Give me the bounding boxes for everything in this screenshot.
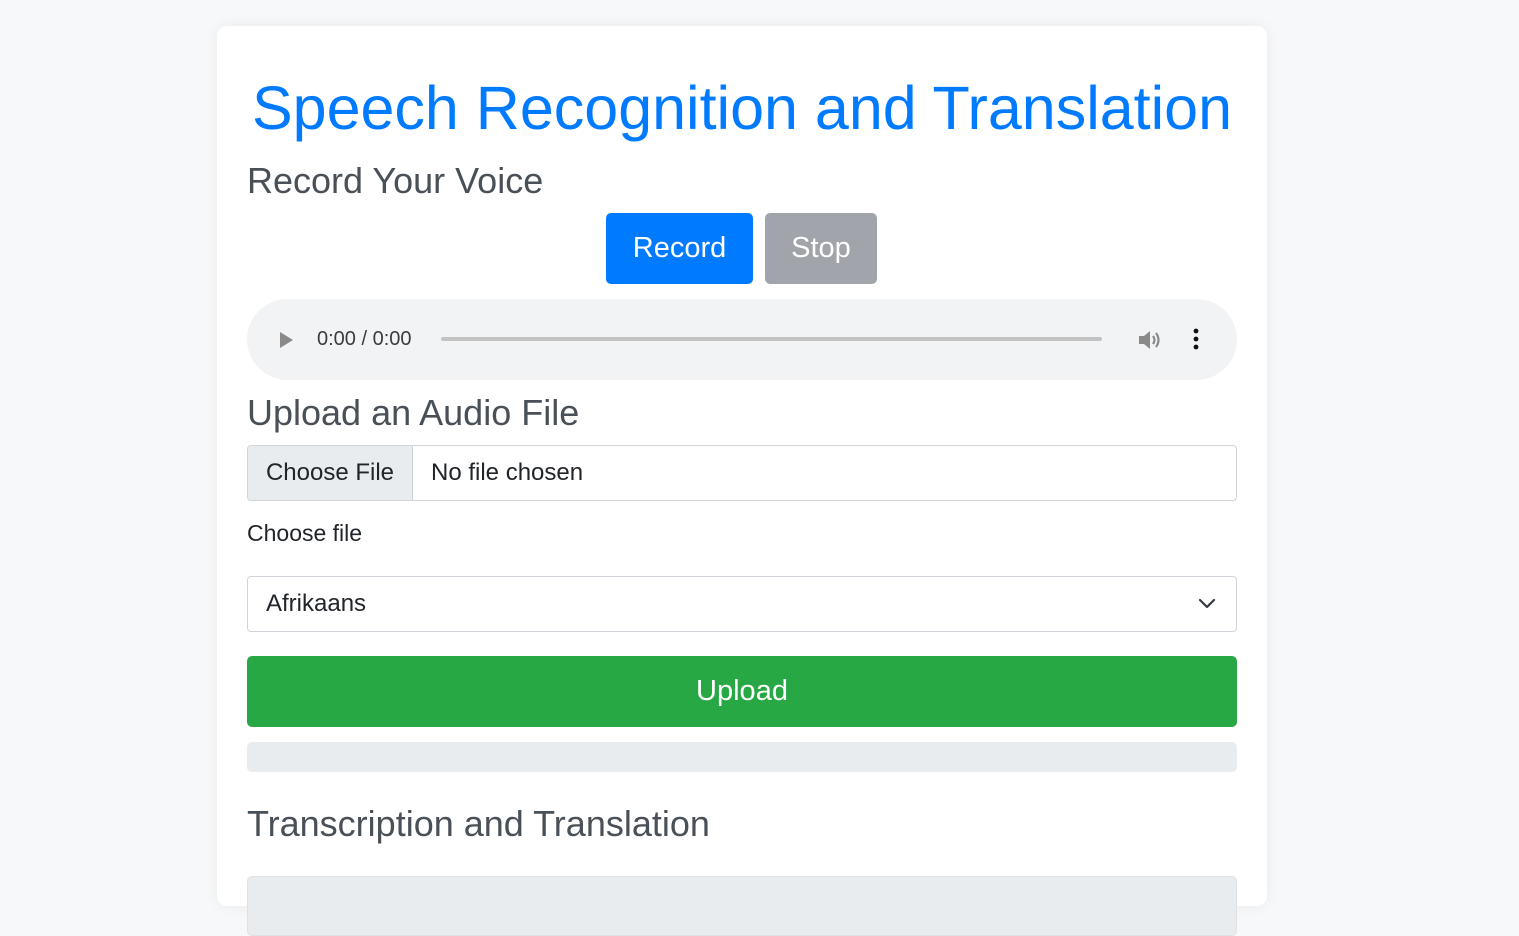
file-status-text: No file chosen	[431, 459, 584, 486]
volume-icon[interactable]	[1137, 328, 1163, 352]
record-button[interactable]: Record	[606, 213, 753, 284]
language-select-value: Afrikaans	[266, 590, 367, 617]
upload-section-heading: Upload an Audio File	[247, 392, 580, 433]
stop-button[interactable]: Stop	[765, 213, 877, 284]
transcription-output	[247, 876, 1237, 936]
upload-progress-bar	[247, 742, 1237, 772]
record-section-heading: Record Your Voice	[247, 160, 544, 201]
choose-file-button[interactable]: Choose File	[248, 446, 413, 500]
more-options-icon[interactable]	[1193, 328, 1199, 350]
language-select[interactable]: Afrikaans	[247, 576, 1237, 632]
upload-button[interactable]: Upload	[247, 656, 1237, 727]
chevron-down-icon	[1198, 598, 1216, 609]
main-card: Speech Recognition and Translation Recor…	[217, 26, 1267, 936]
file-label: Choose file	[247, 520, 363, 546]
page-title: Speech Recognition and Translation	[251, 74, 1233, 142]
file-input[interactable]: Choose File No file chosen	[247, 445, 1237, 501]
play-icon[interactable]	[280, 332, 293, 348]
results-section-heading: Transcription and Translation	[247, 803, 710, 844]
time-display: 0:00 / 0:00	[317, 328, 412, 350]
audio-player: 0:00 / 0:00	[247, 299, 1237, 380]
seek-bar[interactable]	[441, 337, 1102, 341]
